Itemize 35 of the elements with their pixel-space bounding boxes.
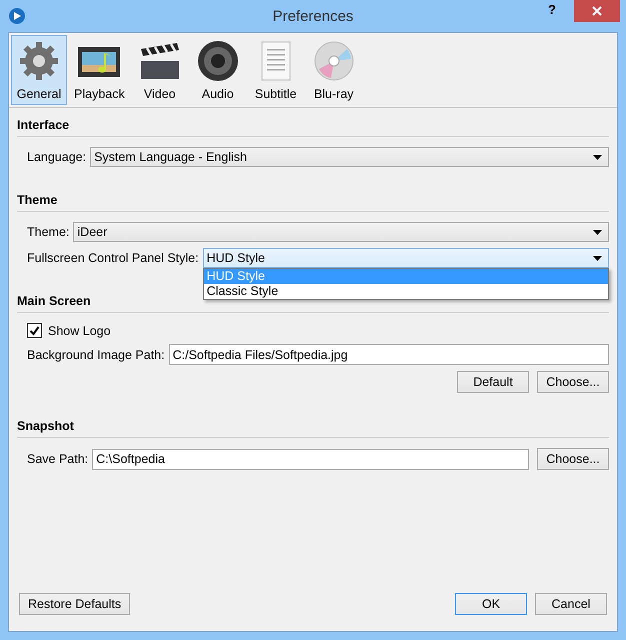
dropdown[interactable]: iDeer (73, 222, 609, 242)
cancel-button[interactable]: Cancel (535, 593, 607, 615)
field-label: Save Path: (27, 452, 88, 466)
dropdown-arrow-icon (593, 230, 602, 234)
close-button[interactable] (574, 0, 620, 22)
field-label: Theme: (27, 225, 70, 239)
field-label: Background Image Path: (27, 348, 165, 362)
section-title: Snapshot (17, 417, 609, 438)
category-tab[interactable]: Video (132, 35, 188, 105)
field-label: Language: (27, 150, 86, 164)
dropdown-option[interactable]: Classic Style (204, 284, 608, 299)
dialog-button[interactable]: Default (457, 371, 529, 393)
field-label: Fullscreen Control Panel Style: (27, 251, 199, 265)
category-tab[interactable]: Audio (190, 35, 246, 105)
dropdown-arrow-icon (593, 256, 602, 260)
app-logo-icon (8, 7, 26, 25)
dropdown-arrow-icon (593, 154, 602, 160)
ok-button[interactable]: OK (455, 593, 527, 615)
section-title: Interface (17, 116, 609, 137)
window-title: Preferences (272, 8, 354, 24)
help-button[interactable]: ? (544, 0, 560, 19)
choose-button[interactable]: Choose... (537, 448, 609, 470)
dialog-button[interactable]: Choose... (537, 371, 609, 393)
restore-defaults-button[interactable]: Restore Defaults (19, 593, 130, 615)
checkbox-label: Show Logo (48, 324, 111, 338)
path-field[interactable]: C:/Softpedia Files/Softpedia.jpg (168, 344, 609, 365)
checkbox[interactable] (27, 323, 42, 338)
close-icon (592, 6, 602, 16)
section-title: Theme (17, 191, 609, 212)
dropdown[interactable]: System Language - English (90, 147, 609, 167)
path-field[interactable]: C:\Softpedia (92, 448, 529, 470)
category-tab[interactable]: General (11, 35, 67, 105)
category-tab[interactable]: Blu-ray (306, 35, 362, 105)
category-tab[interactable]: Playback (69, 35, 130, 105)
category-tab[interactable]: Subtitle (248, 35, 304, 105)
